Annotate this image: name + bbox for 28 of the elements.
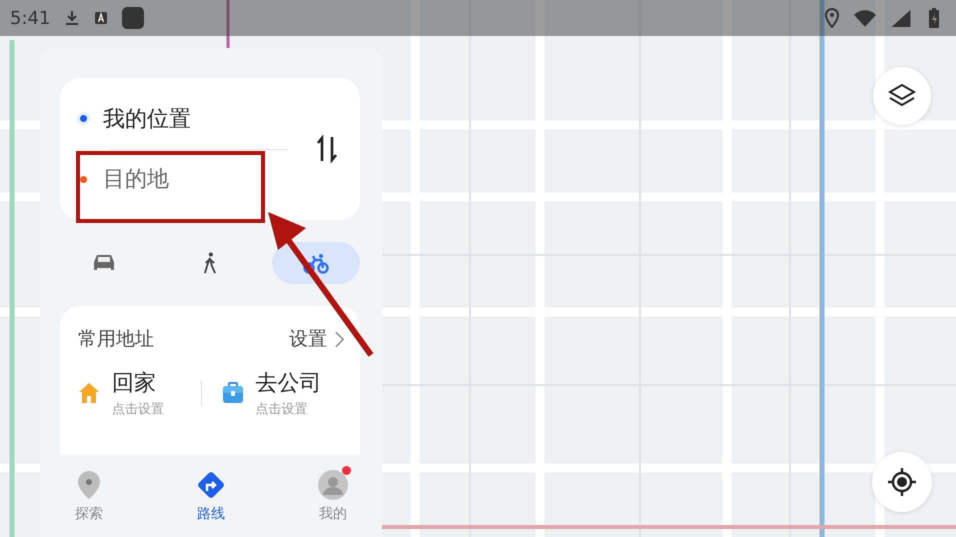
address-hint: 点击设置	[112, 401, 164, 418]
chevron-right-icon	[335, 330, 344, 348]
origin-dot-icon	[80, 115, 87, 122]
nav-tab[interactable]: 路线	[176, 469, 246, 523]
bike-mode-tab[interactable]	[272, 242, 360, 284]
origin-field[interactable]: 我的位置	[103, 104, 191, 134]
work-shortcut[interactable]: 去公司	[256, 368, 322, 398]
swap-icon[interactable]	[316, 135, 338, 163]
layers-icon	[887, 83, 917, 109]
clock-time: 5:41	[10, 8, 50, 28]
user-avatar-icon	[318, 470, 348, 500]
settings-link[interactable]: 设置	[289, 326, 344, 352]
wifi-icon	[854, 10, 876, 26]
house-icon	[78, 382, 100, 404]
download-icon	[64, 8, 80, 28]
bicycle-icon	[303, 252, 329, 274]
briefcase-icon	[222, 382, 244, 404]
keyboard-icon	[94, 11, 108, 25]
app-notification-icon	[122, 7, 144, 29]
destination-field[interactable]: 目的地	[103, 167, 253, 192]
section-title: 常用地址	[78, 327, 154, 352]
destination-dot-icon	[80, 176, 87, 183]
battery-icon	[926, 8, 942, 28]
signal-icon	[890, 10, 912, 26]
home-shortcut[interactable]: 回家	[112, 368, 164, 398]
location-icon	[824, 8, 840, 28]
crosshair-icon	[887, 467, 917, 497]
address-hint: 点击设置	[256, 401, 308, 418]
